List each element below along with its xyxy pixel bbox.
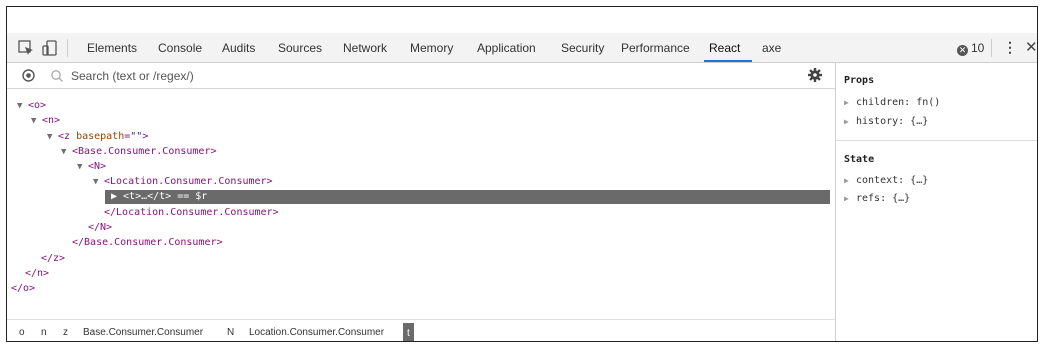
breadcrumb-item-active[interactable]: t — [403, 323, 414, 341]
active-tab-indicator — [704, 60, 752, 62]
state-row[interactable]: ▶ context: {…} — [844, 174, 928, 188]
tree-node-z[interactable]: ▼ <z basepath=""> — [47, 129, 148, 144]
prop-row[interactable]: ▶ history: {…} — [844, 115, 928, 129]
tab-application[interactable]: Application — [477, 41, 536, 55]
breadcrumb-item[interactable]: N — [227, 327, 234, 338]
prop-row[interactable]: ▶ children: fn() — [844, 96, 940, 110]
tab-memory[interactable]: Memory — [410, 41, 453, 55]
expand-arrow-icon[interactable]: ▼ — [61, 145, 72, 160]
gear-icon[interactable] — [807, 67, 823, 83]
search-bar — [7, 63, 835, 89]
side-pane: Props ▶ children: fn() ▶ history: {…} Stat… — [836, 63, 1037, 341]
tab-security[interactable]: Security — [561, 41, 604, 55]
attr-name: basepath — [76, 131, 125, 142]
expand-arrow-icon[interactable]: ▶ — [844, 174, 856, 188]
breadcrumb-item[interactable]: n — [41, 327, 47, 338]
attr-value: "" — [130, 131, 143, 142]
tree-closing-tag: </o> — [11, 283, 36, 294]
error-icon: ✕ — [957, 45, 968, 56]
tree-closing-tag: </Location.Consumer.Consumer> — [104, 207, 279, 218]
tree-node-n[interactable]: ▼ <n> — [31, 113, 60, 128]
error-count-badge[interactable]: ✕ 10 — [957, 41, 984, 56]
tree-closing-tag: </N> — [88, 222, 113, 233]
tab-react[interactable]: React — [709, 41, 740, 55]
selected-tree-row[interactable] — [105, 190, 830, 204]
breadcrumb: o n z Base.Consumer.Consumer N Location.… — [7, 319, 835, 341]
expand-arrow-icon[interactable]: ▼ — [77, 160, 88, 175]
expand-arrow-icon[interactable]: ▶ — [844, 115, 856, 129]
devtools-window: Elements Console Audits Sources Network … — [6, 6, 1038, 342]
inspect-element-icon[interactable] — [17, 39, 35, 57]
tree-node-t-selected[interactable]: ▶ <t>…</t> == $r — [111, 189, 207, 204]
tree-node-base-consumer[interactable]: ▼ <Base.Consumer.Consumer> — [61, 144, 217, 159]
tab-axe[interactable]: axe — [762, 41, 781, 55]
expand-arrow-icon[interactable]: ▶ — [844, 96, 856, 110]
expand-arrow-icon[interactable]: ▶ — [844, 192, 856, 206]
tree-closing-tag: </Base.Consumer.Consumer> — [72, 237, 223, 248]
tree-node-N[interactable]: ▼ <N> — [77, 159, 106, 174]
expand-arrow-icon[interactable]: ▼ — [93, 175, 104, 190]
section-divider — [836, 140, 1037, 141]
toolbar-separator — [67, 39, 68, 57]
breadcrumb-item[interactable]: Location.Consumer.Consumer — [249, 327, 384, 338]
close-icon[interactable]: ✕ — [1025, 38, 1037, 56]
tab-console[interactable]: Console — [158, 41, 202, 55]
error-count: 10 — [971, 41, 985, 55]
tree-closing-tag: </n> — [25, 268, 50, 279]
toolbar-separator — [991, 39, 992, 57]
tree-node-o[interactable]: ▼ <o> — [17, 98, 46, 113]
expand-arrow-icon[interactable]: ▼ — [17, 99, 28, 114]
more-options-icon[interactable]: ⋮ — [1003, 39, 1017, 56]
search-icon — [51, 70, 63, 82]
tab-elements[interactable]: Elements — [87, 41, 137, 55]
devtools-toolbar: Elements Console Audits Sources Network … — [7, 33, 1037, 63]
component-tree: ▼ <o> ▼ <n> ▼ <z basepath=""> ▼ <Base.Consum… — [7, 89, 835, 319]
tab-audits[interactable]: Audits — [222, 41, 255, 55]
search-input[interactable] — [71, 66, 791, 86]
breadcrumb-item[interactable]: o — [19, 327, 25, 338]
tab-network[interactable]: Network — [343, 41, 387, 55]
state-heading: State — [844, 154, 875, 165]
breadcrumb-item[interactable]: Base.Consumer.Consumer — [83, 327, 203, 338]
breadcrumb-item[interactable]: z — [63, 327, 68, 338]
device-toolbar-icon[interactable] — [41, 39, 59, 57]
expand-arrow-icon[interactable]: ▼ — [31, 114, 42, 129]
state-row[interactable]: ▶ refs: {…} — [844, 192, 910, 206]
tree-node-location-consumer[interactable]: ▼ <Location.Consumer.Consumer> — [93, 174, 273, 189]
expand-arrow-icon[interactable]: ▼ — [47, 130, 58, 145]
tab-sources[interactable]: Sources — [278, 41, 322, 55]
select-element-icon[interactable] — [21, 68, 36, 83]
tab-performance[interactable]: Performance — [621, 41, 690, 55]
tree-closing-tag: </z> — [41, 253, 66, 264]
props-heading: Props — [844, 75, 875, 86]
